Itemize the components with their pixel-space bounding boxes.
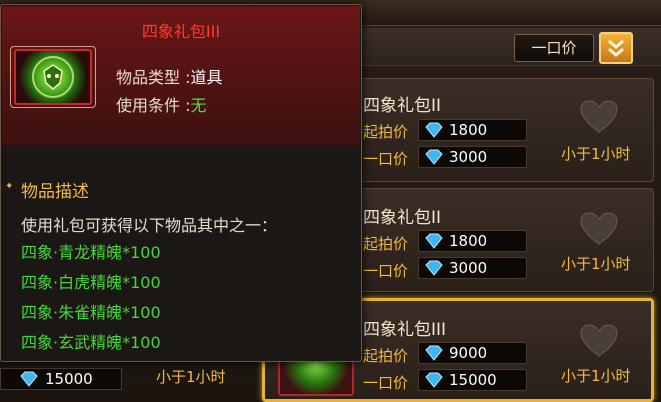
item-tooltip: 四象礼包III 物品类型 :道具 使用条件 :无 ✦ 物品描述 使用礼包可获得以… xyxy=(0,4,362,362)
description-title: 物品描述 xyxy=(21,182,89,202)
double-chevron-down-icon[interactable] xyxy=(599,32,633,64)
description-text: 使用礼包可获得以下物品其中之一： xyxy=(21,216,278,235)
start-price-label: 起拍价 xyxy=(363,347,409,365)
item-name: 四象礼包II xyxy=(363,96,442,116)
item-name: 四象礼包II xyxy=(363,208,442,228)
buyout-price-value: 3000 xyxy=(418,146,527,168)
item-type-row: 物品类型 :道具 xyxy=(116,68,223,87)
diamond-icon xyxy=(425,233,443,249)
diamond-icon xyxy=(425,149,443,165)
buyout-price-value: 15000 xyxy=(0,368,122,390)
diamond-icon xyxy=(425,345,443,361)
use-condition-row: 使用条件 :无 xyxy=(116,96,207,115)
favorite-heart-icon[interactable] xyxy=(579,211,619,247)
start-price-value: 1800 xyxy=(418,230,527,252)
reward-item: 四象·朱雀精魄*100 xyxy=(21,303,161,322)
price-sort-label[interactable]: 一口价 xyxy=(514,34,594,62)
start-price-value: 9000 xyxy=(418,342,527,364)
buyout-price-label: 一口价 xyxy=(363,374,409,392)
start-price-label: 起拍价 xyxy=(363,235,409,253)
tooltip-header: 四象礼包III 物品类型 :道具 使用条件 :无 xyxy=(2,6,360,145)
reward-item: 四象·青龙精魄*100 xyxy=(21,243,161,262)
reward-item: 四象·白虎精魄*100 xyxy=(21,273,161,292)
time-remaining: 小于1小时 xyxy=(561,145,631,163)
favorite-heart-icon[interactable] xyxy=(579,323,619,359)
diamond-icon xyxy=(20,371,38,387)
diamond-icon xyxy=(425,122,443,138)
buyout-price-label: 一口价 xyxy=(363,262,409,280)
start-price-label: 起拍价 xyxy=(363,123,409,141)
start-price-value: 1800 xyxy=(418,119,527,141)
diamond-icon xyxy=(425,260,443,276)
time-remaining: 小于1小时 xyxy=(561,255,631,273)
buyout-price-value: 15000 xyxy=(418,369,527,391)
item-name: 四象礼包III xyxy=(363,320,447,340)
buyout-price-value: 3000 xyxy=(418,257,527,279)
time-remaining: 小于1小时 xyxy=(561,367,631,385)
favorite-heart-icon[interactable] xyxy=(579,99,619,135)
reward-item: 四象·玄武精魄*100 xyxy=(21,333,161,352)
diamond-icon xyxy=(425,372,443,388)
tooltip-title: 四象礼包III xyxy=(141,22,221,41)
buyout-price-label: 一口价 xyxy=(363,150,409,168)
gift-pack-icon xyxy=(14,49,92,105)
bullet-icon: ✦ xyxy=(5,181,14,192)
time-remaining: 小于1小时 xyxy=(156,368,226,386)
